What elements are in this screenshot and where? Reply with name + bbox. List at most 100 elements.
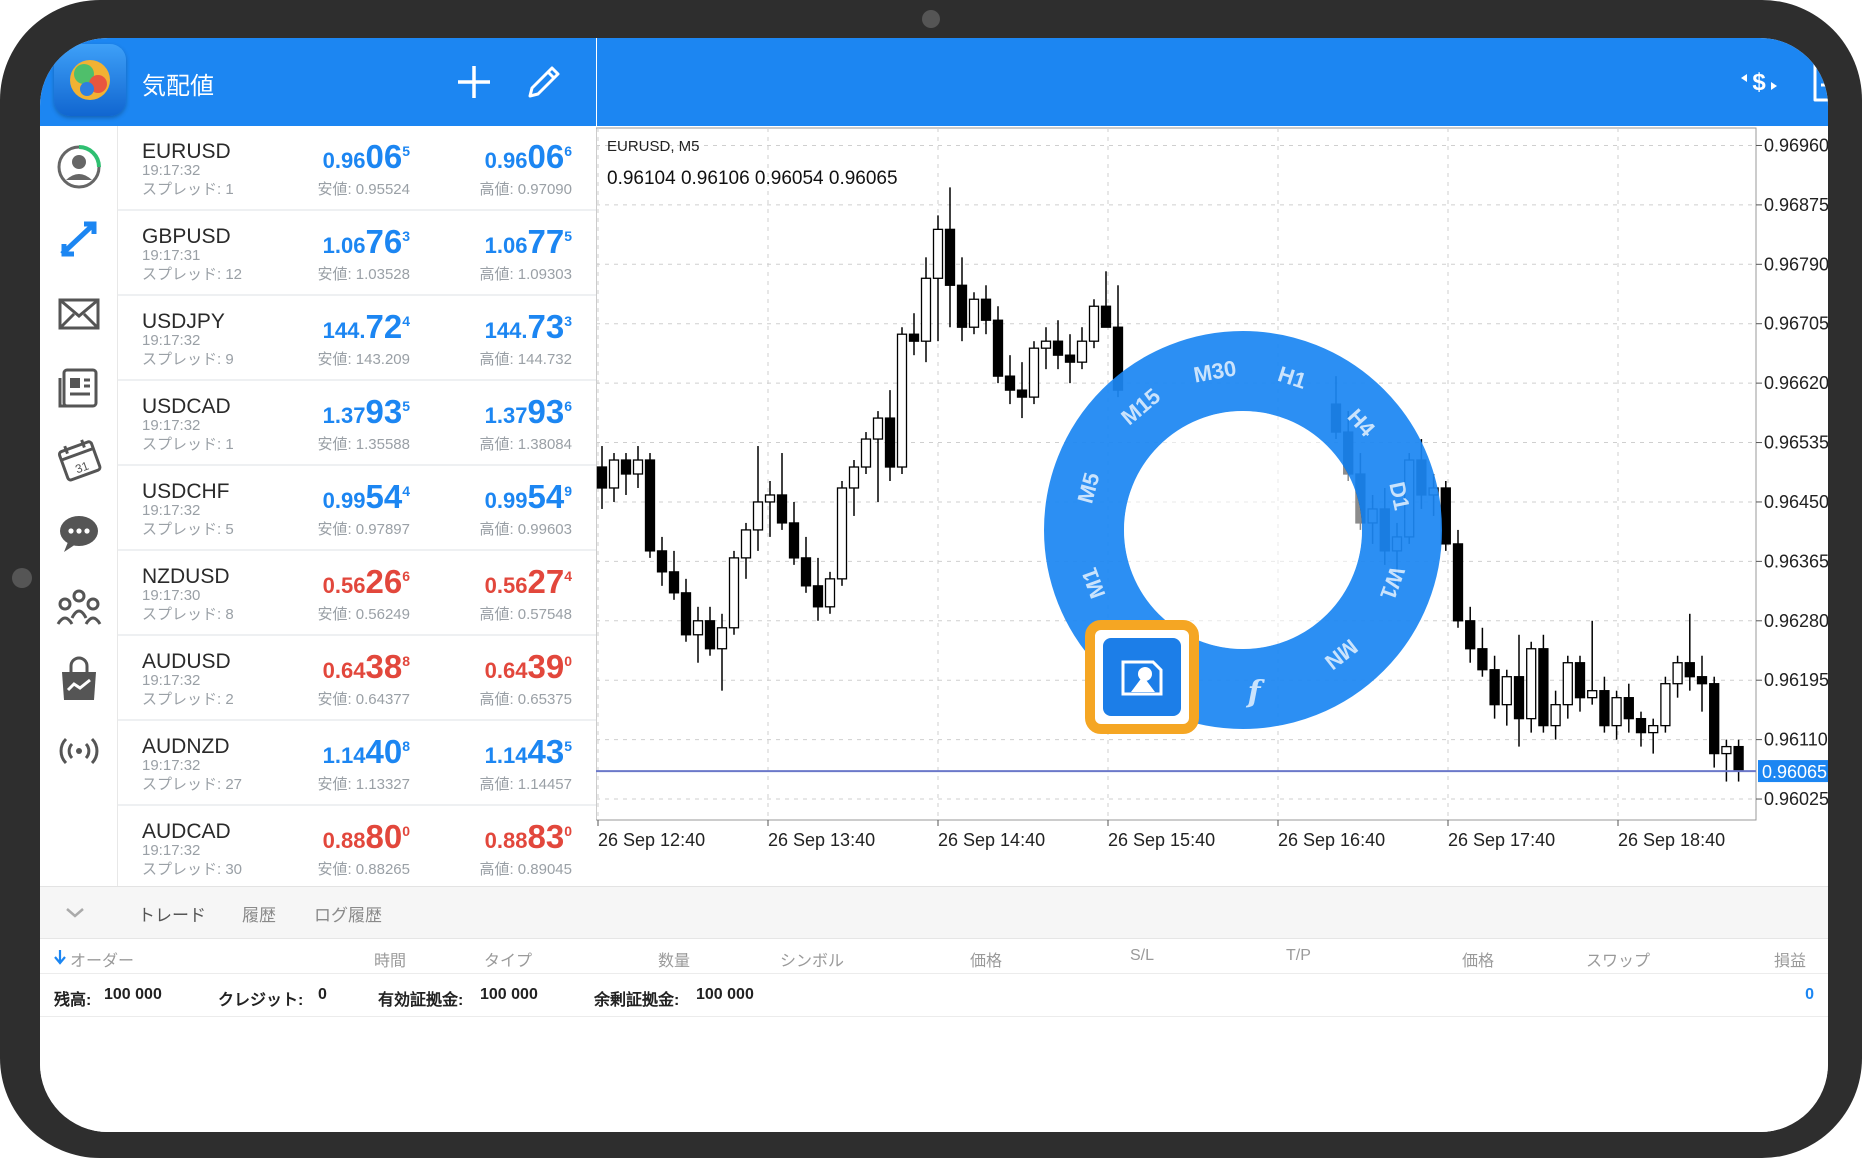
quote-row[interactable]: USDCAD 19:17:32 スプレッド: 1 1.37935 1.37936 安値: … <box>118 381 596 466</box>
quotes-list: EURUSD 19:17:32 スプレッド: 1 0.96065 0.96066 安値: … <box>118 126 596 891</box>
mail-icon[interactable] <box>44 278 114 348</box>
add-symbol-icon[interactable] <box>448 56 500 108</box>
quote-row[interactable]: USDJPY 19:17:32 スプレッド: 9 144.724 144.733 安値: … <box>118 296 596 381</box>
quote-low: 安値: 0.97897 <box>317 521 410 538</box>
bullish-candle <box>836 487 848 580</box>
ask-price-pips: 93 <box>527 393 565 430</box>
col-type[interactable]: タイプ <box>484 947 532 971</box>
x-tick-label: 26 Sep 16:40 <box>1278 830 1385 850</box>
chart-symbol-title: EURUSD, M5 <box>607 138 700 155</box>
quote-high: 高値: 144.732 <box>479 351 572 368</box>
tab-log-history[interactable]: ログ履歴 <box>314 901 382 926</box>
quote-time: 19:17:32 <box>142 332 201 349</box>
price-chart[interactable]: 0.96960 0.96875 0.96790 0.96705 0.96620 0.965… <box>596 126 1828 886</box>
market-bag-icon[interactable] <box>44 644 114 714</box>
ask-price-prefix: 1.06 <box>484 233 528 258</box>
bid-price-prefix: 0.96 <box>322 148 366 173</box>
edit-pencil-icon[interactable] <box>518 56 570 108</box>
bearish-candle <box>668 571 680 594</box>
col-swap[interactable]: スワップ <box>1586 947 1650 971</box>
bid-price: 0.56266 <box>323 563 410 600</box>
ask-price-prefix: 1.14 <box>484 743 528 768</box>
bid-price-pips: 80 <box>365 818 403 855</box>
quote-time: 19:17:30 <box>142 587 201 604</box>
quote-symbol: AUDUSD <box>142 650 231 673</box>
quote-row[interactable]: AUDUSD 19:17:32 スプレッド: 2 0.64388 0.64390 安値: … <box>118 636 596 721</box>
chart-ohlc-values: 0.96104 0.96106 0.96054 0.96065 <box>607 168 898 189</box>
bullish-candle <box>764 494 776 503</box>
quote-spread: スプレッド: 8 <box>142 606 234 623</box>
bid-price-prefix: 0.64 <box>322 658 366 683</box>
bid-price-prefix: 1.37 <box>322 403 366 428</box>
ask-price: 0.64390 <box>485 648 572 685</box>
ask-price: 0.88830 <box>484 818 572 855</box>
tab-trade[interactable]: トレード <box>138 901 206 926</box>
bullish-candle <box>632 459 644 475</box>
ask-price: 0.56274 <box>485 563 572 600</box>
quote-low: 安値: 1.35588 <box>317 436 410 453</box>
bid-price-pips: 26 <box>365 563 403 600</box>
quote-row[interactable]: AUDCAD 19:17:32 スプレッド: 30 0.88800 0.88830 安値:… <box>118 806 596 891</box>
quote-high: 高値: 0.89045 <box>479 861 572 878</box>
y-tick-label: 0.96960 <box>1764 135 1828 155</box>
quote-time: 19:17:32 <box>142 417 201 434</box>
bid-price-fraction: 8 <box>402 737 410 754</box>
col-profit[interactable]: 損益 <box>1774 947 1806 971</box>
bullish-candle <box>728 557 740 629</box>
ask-price-pips: 43 <box>527 733 565 770</box>
ask-price-fraction: 3 <box>564 312 572 329</box>
x-tick-label: 26 Sep 15:40 <box>1108 830 1215 850</box>
bid-price: 1.14408 <box>323 733 410 770</box>
quote-row[interactable]: NZDUSD 19:17:30 スプレッド: 8 0.56266 0.56274 安値: … <box>118 551 596 636</box>
col-price[interactable]: 価格 <box>970 947 1002 971</box>
quote-time: 19:17:32 <box>142 502 201 519</box>
timeframe-f-option[interactable]: f <box>1230 675 1278 710</box>
bid-price-pips: 72 <box>365 308 403 345</box>
quote-row[interactable]: USDCHF 19:17:32 スプレッド: 5 0.99544 0.99549 安値: … <box>118 466 596 551</box>
chat-icon[interactable] <box>44 498 114 568</box>
quote-row[interactable]: GBPUSD 19:17:31 スプレッド: 12 1.06763 1.06775 安値:… <box>118 211 596 296</box>
bearish-candle <box>644 459 656 552</box>
sort-down-arrow-icon[interactable] <box>54 949 66 970</box>
highlighted-object-button[interactable] <box>1085 620 1199 734</box>
quote-symbol: USDCAD <box>142 395 231 418</box>
bearish-candle <box>680 592 692 636</box>
col-sl[interactable]: S/L <box>1130 947 1154 965</box>
object-tool-button[interactable] <box>1103 638 1181 716</box>
col-time[interactable]: 時間 <box>374 947 406 971</box>
bearish-candle <box>812 585 824 608</box>
x-tick-label: 26 Sep 18:40 <box>1618 830 1725 850</box>
bid-price-fraction: 6 <box>402 567 410 584</box>
col-tp[interactable]: T/P <box>1286 947 1311 965</box>
bearish-candle <box>1696 676 1708 685</box>
bearish-candle <box>656 550 668 573</box>
bid-price-pips: 76 <box>365 223 403 260</box>
collapse-chevron-icon[interactable] <box>62 901 88 928</box>
tab-history[interactable]: 履歴 <box>242 901 276 926</box>
quote-row[interactable]: AUDNZD 19:17:32 スプレッド: 27 1.14408 1.14435 安値:… <box>118 721 596 806</box>
bullish-candle <box>860 438 872 468</box>
bearish-candle <box>1016 389 1028 398</box>
bid-price: 0.88800 <box>323 818 410 855</box>
col-price-current[interactable]: 価格 <box>1462 947 1494 971</box>
signals-icon[interactable] <box>44 716 114 786</box>
news-icon[interactable] <box>44 352 114 422</box>
community-icon[interactable] <box>44 572 114 642</box>
col-symbol[interactable]: シンボル <box>780 947 844 971</box>
quote-time: 19:17:31 <box>142 247 201 264</box>
bearish-candle <box>1477 648 1488 671</box>
new-order-icon[interactable] <box>1801 56 1828 108</box>
quotes-arrows-icon[interactable] <box>44 204 114 274</box>
col-order[interactable]: オーダー <box>70 947 134 971</box>
quote-spread: スプレッド: 12 <box>142 266 243 283</box>
bearish-candle <box>1635 717 1647 734</box>
account-icon[interactable] <box>44 132 114 202</box>
quote-row[interactable]: EURUSD 19:17:32 スプレッド: 1 0.96065 0.96066 安値: … <box>118 126 596 211</box>
col-volume[interactable]: 数量 <box>658 947 690 971</box>
bearish-candle <box>1112 326 1124 391</box>
trade-dollar-icon[interactable]: $ <box>1733 56 1785 108</box>
calendar-icon[interactable]: 31 <box>44 424 114 494</box>
bullish-candle <box>608 459 620 489</box>
ask-price-prefix: 0.88 <box>484 828 528 853</box>
bullish-candle <box>740 529 752 559</box>
